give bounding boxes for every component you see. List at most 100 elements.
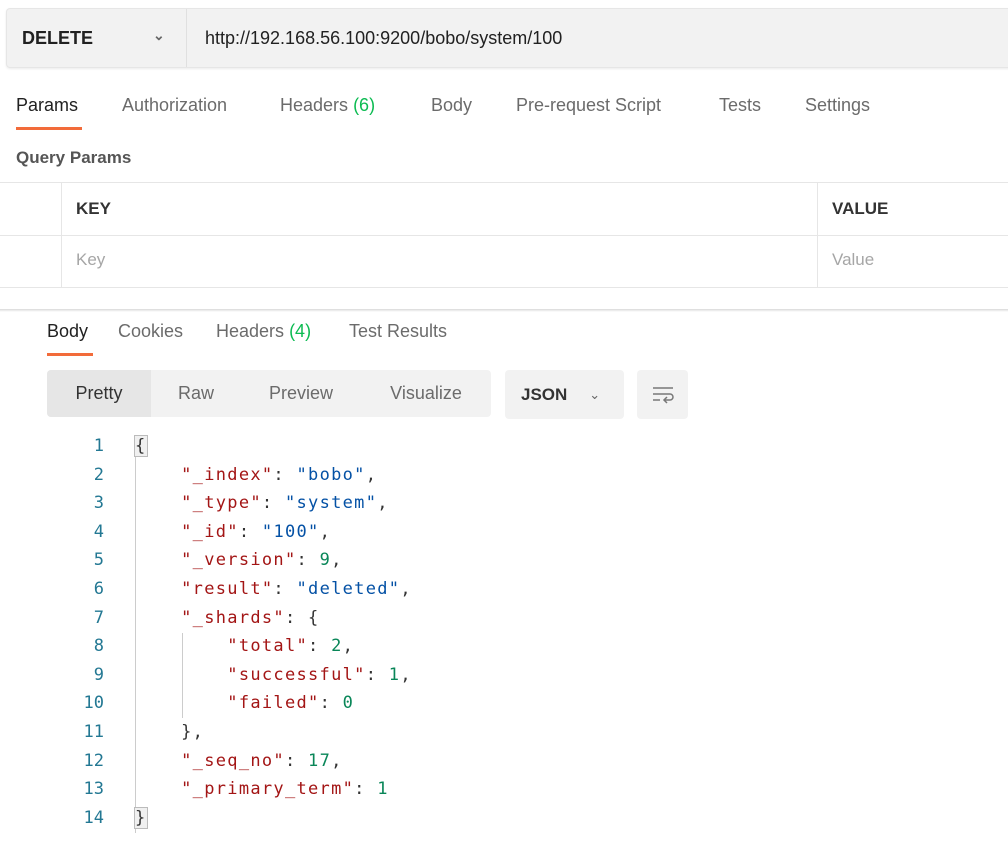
divider [817,182,818,287]
code-text: "_index": "bobo", [135,465,377,485]
tab-body[interactable]: Body [431,95,472,116]
code-text: "result": "deleted", [135,579,412,599]
code-line: 9 "successful": 1, [0,665,700,694]
response-tab-headers[interactable]: Headers (4) [216,321,311,342]
json-punctuation: }, [135,722,205,742]
wrap-lines-button[interactable] [637,370,688,419]
json-number: 1 [377,779,389,800]
method-label: DELETE [22,27,94,48]
line-number: 12 [83,750,104,771]
line-number: 6 [93,579,104,599]
view-pretty[interactable]: Pretty [47,370,151,417]
line-number: 2 [93,464,104,485]
request-bar: DELETE ⌄ http://192.168.56.100:9200/bobo… [6,8,1008,68]
code-line: 1{ [0,435,700,465]
code-line: 11 }, [0,722,700,751]
tab-authorization[interactable]: Authorization [122,95,227,116]
divider [0,182,1008,183]
line-number: 8 [93,636,104,657]
json-punctuation: { [134,435,148,457]
line-number: 9 [93,664,104,685]
json-key: "result" [181,579,274,599]
code-line: 5 "_version": 9, [0,550,700,579]
json-punctuation [135,636,227,656]
method-select[interactable]: DELETE ⌄ [7,9,187,67]
response-tab-test-results[interactable]: Test Results [349,321,447,342]
json-punctuation: : { [284,607,320,628]
json-key: "total" [227,636,309,657]
json-punctuation: , [400,664,412,685]
code-text: { [134,435,148,457]
response-tab-cookies[interactable]: Cookies [118,321,183,342]
json-punctuation: : [238,521,262,542]
code-line: 14} [0,806,700,837]
json-number: 1 [388,664,401,685]
view-visualize[interactable]: Visualize [361,370,491,417]
code-text: } [134,806,148,829]
json-punctuation: , [331,750,343,771]
divider [0,235,1008,236]
json-punctuation [135,522,181,542]
code-text: }, [135,722,204,742]
json-key: "failed" [227,693,320,714]
format-select[interactable]: JSON ⌄ [505,370,624,419]
json-punctuation [135,550,181,570]
json-key: "_seq_no" [181,750,285,771]
tab-tests[interactable]: Tests [719,95,761,116]
code-text: "total": 2, [135,636,354,656]
line-number: 14 [83,807,104,828]
json-key: "_version" [181,550,297,571]
tab-headers[interactable]: Headers (6) [280,95,375,116]
json-punctuation: } [134,806,148,829]
json-punctuation: : [284,750,309,771]
view-raw[interactable]: Raw [151,370,241,417]
json-number: 17 [308,750,332,771]
line-number: 10 [83,693,104,714]
code-text: "_version": 9, [135,550,343,570]
code-line: 4 "_id": "100", [0,522,700,551]
json-string: "deleted" [296,579,401,599]
json-string: "bobo" [296,464,366,485]
json-number: 2 [331,636,343,657]
code-text: "_shards": { [135,608,320,628]
value-input[interactable]: Value [832,250,874,270]
json-punctuation: : [319,693,343,714]
json-key: "_shards" [181,607,285,628]
query-params-title: Query Params [16,148,132,167]
code-text: "failed": 0 [135,693,354,713]
json-punctuation: , [365,464,378,485]
url-input[interactable]: http://192.168.56.100:9200/bobo/system/1… [205,9,562,67]
view-preview[interactable]: Preview [241,370,361,417]
json-punctuation [135,751,181,771]
json-punctuation: , [342,636,355,657]
code-text: "_primary_term": 1 [135,779,389,799]
key-input[interactable]: Key [76,250,105,270]
json-punctuation: : [354,779,378,800]
tab-params[interactable]: Params [16,95,78,116]
json-key: "_type" [181,493,262,514]
code-text: "_id": "100", [135,522,331,542]
json-punctuation: : [365,664,389,685]
code-line: 6 "result": "deleted", [0,579,700,608]
json-punctuation [135,608,181,628]
json-punctuation [135,579,181,599]
json-punctuation: , [377,493,389,514]
divider [0,287,1008,288]
json-punctuation [135,693,227,713]
json-string: "system" [284,493,378,514]
json-key: "successful" [227,664,366,685]
tab-pre-request-script[interactable]: Pre-request Script [516,95,661,116]
headers-count: (6) [353,95,376,115]
response-tab-body[interactable]: Body [47,321,88,342]
key-column-header: KEY [76,199,111,218]
json-key: "_primary_term" [181,779,355,800]
response-headers-label: Headers [216,321,285,341]
tab-settings[interactable]: Settings [805,95,870,116]
json-punctuation: : [296,550,320,571]
pane-divider[interactable] [0,309,1008,312]
json-key: "_id" [181,521,239,542]
line-number: 13 [83,779,104,800]
code-text: "_type": "system", [135,493,389,513]
value-column-header: VALUE [832,199,889,218]
tab-headers-label: Headers [280,95,349,115]
